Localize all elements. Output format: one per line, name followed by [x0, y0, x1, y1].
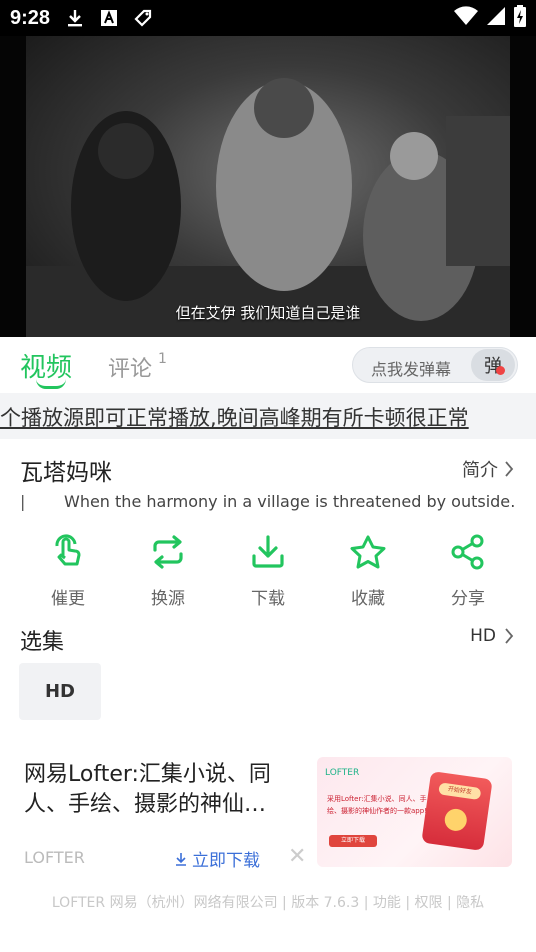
- urge-update-button[interactable]: 催更: [18, 530, 118, 610]
- close-icon[interactable]: ✕: [288, 844, 306, 869]
- ad-image-badge: 开始好友: [438, 782, 482, 801]
- download-status-icon: [64, 7, 86, 29]
- favorite-button[interactable]: 收藏: [318, 530, 418, 610]
- ad-brand: LOFTER: [24, 848, 85, 867]
- download-icon: [248, 532, 288, 572]
- comments-count: 1: [158, 351, 167, 367]
- download-small-icon: [176, 852, 186, 866]
- description-divider: |: [20, 492, 26, 511]
- chevron-right-icon: [505, 461, 514, 477]
- action-label: 下载: [251, 589, 285, 609]
- ad-image-logo: LOFTER: [325, 768, 360, 778]
- download-button[interactable]: 下载: [218, 530, 318, 610]
- episodes-header: 选集 HD: [0, 620, 536, 656]
- intro-label: 简介: [462, 460, 498, 481]
- ad-download-button[interactable]: 立即下载: [174, 846, 260, 871]
- chevron-right-icon: [505, 628, 514, 644]
- status-time: 9:28: [10, 6, 51, 29]
- switch-source-button[interactable]: 换源: [118, 530, 218, 610]
- star-icon: [348, 532, 388, 572]
- repeat-icon: [148, 532, 188, 572]
- status-bar: 9:28: [0, 0, 536, 36]
- danmaku-toggle-button[interactable]: 弹: [471, 349, 515, 381]
- title-row: 瓦塔妈咪 简介: [0, 448, 536, 488]
- ad-title: 网易Lofter:汇集小说、同人、手绘、摄影的神仙…: [24, 762, 271, 817]
- battery-icon: [514, 5, 526, 31]
- font-status-icon: [98, 7, 120, 29]
- episodes-title: 选集: [20, 630, 65, 655]
- ad-download-label: 立即下载: [192, 851, 260, 871]
- red-envelope-icon: 开始好友: [421, 771, 493, 851]
- video-description: When the harmony in a village is threate…: [64, 492, 516, 511]
- ad-image-button: 立即下载: [329, 835, 377, 847]
- video-subtitle: 但在艾伊 我们知道自己是谁: [175, 304, 361, 322]
- coin-icon: [443, 807, 469, 833]
- footer-text: LOFTER 网易（杭州）网络有限公司 | 版本 7.6.3 | 功能 | 权限…: [51, 895, 485, 911]
- tag-status-icon: [132, 7, 154, 29]
- video-title: 瓦塔妈咪: [20, 460, 112, 486]
- episode-item[interactable]: HD: [19, 663, 101, 720]
- share-icon: [448, 532, 488, 572]
- ad-image[interactable]: LOFTER 采用Lofter:汇集小说、同人、手绘、摄影的神仙作者的一款app…: [317, 757, 512, 867]
- notice-text: 个播放源即可正常播放,晚间高峰期有所卡顿很正常: [0, 406, 469, 430]
- danmaku-placeholder: 点我发弹幕: [371, 360, 452, 379]
- episode-source-selector[interactable]: HD: [470, 626, 514, 646]
- tab-comments[interactable]: 评论: [108, 351, 152, 383]
- hand-pointer-icon: [48, 532, 88, 572]
- episode-source-label: HD: [470, 626, 496, 646]
- danmaku-status-dot: [496, 366, 505, 375]
- ad-banner[interactable]: 网易Lofter:汇集小说、同人、手绘、摄影的神仙… LOFTER 立即下载 ✕…: [0, 748, 536, 878]
- tab-active-indicator: [36, 379, 66, 389]
- action-label: 收藏: [351, 589, 385, 609]
- detail-tabs: 视频 评论 1 点我发弹幕 弹: [0, 337, 536, 393]
- action-label: 换源: [151, 589, 185, 609]
- ad-image-text: 采用Lofter:汇集小说、同人、手绘、摄影的神仙作者的一款app!: [327, 795, 427, 815]
- danmaku-input[interactable]: 点我发弹幕 弹: [352, 347, 518, 383]
- action-label: 催更: [51, 589, 85, 609]
- video-player[interactable]: 但在艾伊 我们知道自己是谁: [0, 36, 536, 337]
- video-description-row: | When the harmony in a village is threat…: [20, 492, 516, 516]
- share-button[interactable]: 分享: [418, 530, 518, 610]
- signal-icon: [486, 6, 506, 30]
- wifi-icon: [454, 6, 478, 30]
- action-bar: 催更 换源 下载 收藏 分享: [18, 530, 518, 610]
- notice-marquee: 个播放源即可正常播放,晚间高峰期有所卡顿很正常: [0, 393, 536, 439]
- video-frame: [26, 36, 510, 337]
- intro-button[interactable]: 简介: [462, 456, 514, 482]
- action-label: 分享: [451, 589, 485, 609]
